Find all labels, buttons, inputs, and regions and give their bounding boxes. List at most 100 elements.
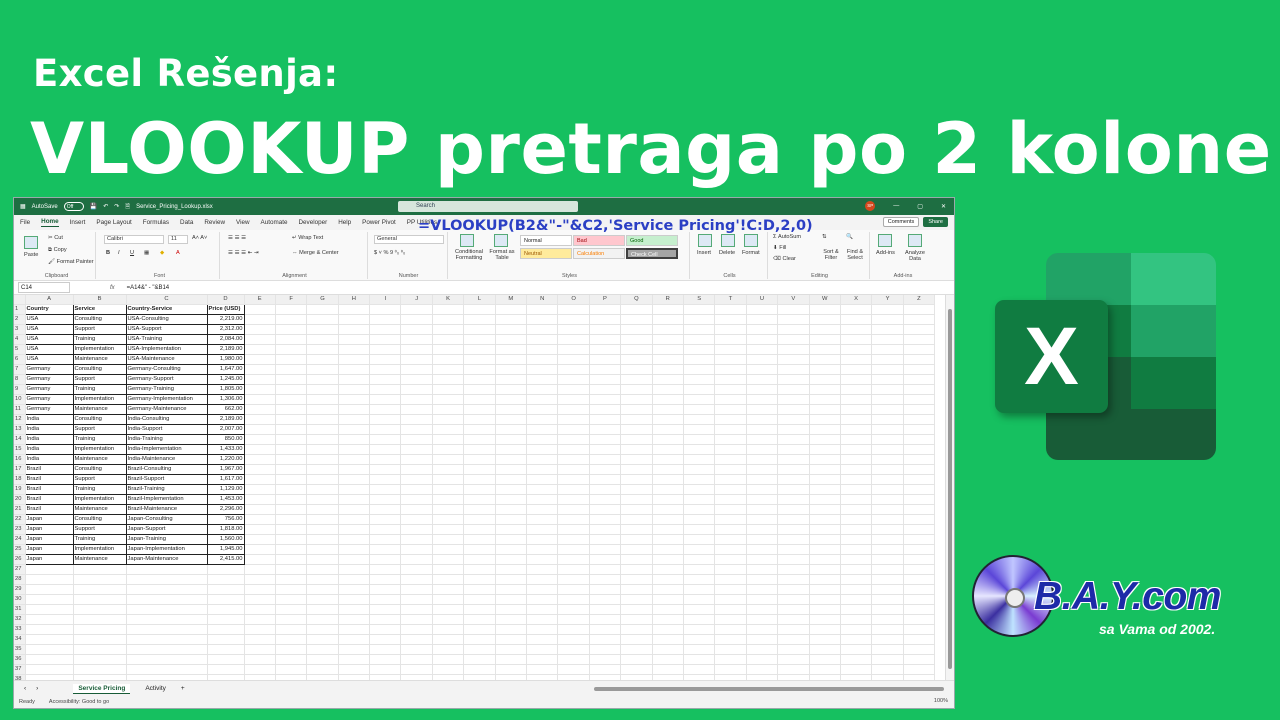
cell[interactable] [495,644,528,656]
cell[interactable] [369,654,402,666]
cell[interactable] [809,544,841,556]
cell[interactable] [463,424,496,436]
cell[interactable] [275,374,308,386]
cell[interactable] [714,434,747,446]
row-header[interactable]: 4 [14,334,26,346]
cell[interactable] [244,584,276,596]
cell[interactable]: Country [24,304,74,316]
cell[interactable] [557,484,590,496]
column-header-k[interactable]: K [432,295,465,306]
cell[interactable]: India [24,454,74,466]
cell[interactable] [589,354,622,366]
cell[interactable] [714,584,747,596]
cell[interactable] [275,514,308,526]
cell[interactable]: 2,219.00 [206,314,245,326]
cell[interactable] [714,494,747,506]
cell[interactable] [400,324,433,336]
format-cells-icon[interactable] [744,234,758,247]
cell[interactable] [557,414,590,426]
minimize-icon[interactable]: — [893,203,899,209]
cell[interactable] [275,404,308,416]
cell[interactable] [338,444,371,456]
cell[interactable] [369,574,402,586]
cell[interactable] [903,604,936,616]
cell[interactable] [369,664,402,676]
cell[interactable] [777,544,810,556]
cell[interactable] [557,344,590,356]
cell[interactable]: India-Training [125,434,208,446]
fill-color-icon[interactable]: ◆ [160,250,164,256]
cell[interactable] [746,604,779,616]
cell[interactable] [809,474,841,486]
cell[interactable]: Consulting [72,464,127,476]
column-header-p[interactable]: P [589,295,622,306]
cell[interactable] [432,324,465,336]
column-header-j[interactable]: J [400,295,433,306]
cell[interactable] [871,494,904,506]
cell[interactable] [557,464,590,476]
cell[interactable] [73,594,127,606]
cell[interactable]: USA-Consulting [125,314,208,326]
cell[interactable] [463,404,496,416]
cell[interactable] [306,454,339,466]
cell[interactable] [746,554,779,566]
cell[interactable] [463,314,496,326]
cell[interactable] [746,504,779,516]
column-header-e[interactable]: E [244,295,276,306]
cell[interactable] [338,394,371,406]
cell[interactable] [746,634,779,646]
cell[interactable]: 2,296.00 [206,504,245,516]
cell[interactable] [746,454,779,466]
cell[interactable] [903,334,936,346]
cell[interactable] [432,654,465,666]
cell[interactable] [809,344,841,356]
cell[interactable] [683,574,716,586]
cell[interactable] [809,634,841,646]
cell[interactable] [557,394,590,406]
cell[interactable] [620,444,653,456]
cell[interactable] [746,574,779,586]
cell[interactable] [526,534,559,546]
row-header[interactable]: 9 [14,384,26,396]
cell[interactable] [369,424,402,436]
cell[interactable] [338,624,371,636]
cell[interactable] [463,434,496,446]
cell[interactable] [652,384,684,396]
cell[interactable] [840,534,873,546]
cell[interactable] [714,524,747,536]
cell[interactable]: Training [72,334,127,346]
fx-icon[interactable]: fx [110,285,115,291]
cell[interactable] [306,424,339,436]
cell[interactable] [871,484,904,496]
cell[interactable] [557,404,590,416]
cell[interactable] [620,454,653,466]
cell[interactable] [903,634,936,646]
cell[interactable] [652,584,684,596]
cell[interactable] [557,654,590,666]
cell[interactable] [652,344,684,356]
cell[interactable] [840,414,873,426]
cell[interactable] [589,414,622,426]
cell[interactable] [620,384,653,396]
cell[interactable] [275,504,308,516]
cell[interactable]: Maintenance [72,404,127,416]
row-header[interactable]: 3 [14,324,26,336]
cell[interactable]: Japan-Training [125,534,208,546]
cell[interactable] [73,574,127,586]
cell[interactable] [275,654,308,666]
italic-button[interactable]: I [118,250,120,256]
cell[interactable] [432,344,465,356]
cell[interactable] [620,574,653,586]
cell[interactable] [338,554,371,566]
cell[interactable] [369,584,402,596]
cell[interactable] [526,444,559,456]
cell[interactable]: India-Maintenance [125,454,208,466]
cell[interactable] [683,494,716,506]
cell[interactable] [400,344,433,356]
cell[interactable] [683,324,716,336]
cell[interactable] [714,564,747,576]
cell[interactable] [809,364,841,376]
cell[interactable] [683,614,716,626]
cell[interactable]: Support [72,324,127,336]
row-header[interactable]: 28 [14,574,26,586]
